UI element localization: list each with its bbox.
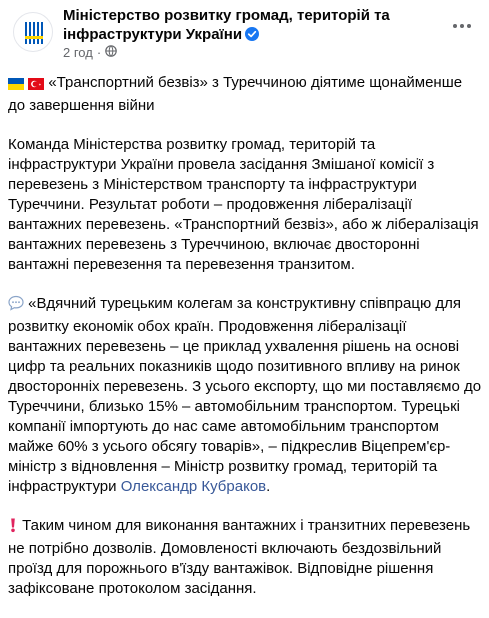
paragraph-3-text: Таким чином для виконання вантажних і тр… — [8, 517, 471, 597]
globe-icon[interactable] — [105, 45, 117, 61]
post-paragraph-3: Таким чином для виконання вантажних і тр… — [8, 516, 482, 599]
verified-badge-icon — [245, 27, 260, 46]
post-timestamp[interactable]: 2 год — [63, 45, 93, 61]
ukraine-flag-icon — [8, 76, 24, 96]
speech-bubble-icon — [8, 295, 24, 317]
turkey-flag-icon — [28, 76, 45, 96]
post-header: Міністерство розвитку громад, територій … — [0, 0, 489, 70]
page-name[interactable]: Міністерство розвитку громад, територій … — [63, 6, 393, 46]
person-link[interactable]: Олександр Кубраков — [121, 478, 266, 495]
ellipsis-icon — [453, 24, 471, 28]
post-meta: 2 год · — [63, 45, 117, 61]
post-paragraph-2: «Вдячний турецьким колегам за конструкти… — [8, 294, 482, 497]
facebook-post: Міністерство розвитку громад, територій … — [0, 0, 489, 597]
post-paragraph-1: Команда Міністерства розвитку громад, те… — [8, 136, 479, 273]
page-avatar[interactable] — [13, 12, 53, 52]
meta-separator: · — [96, 45, 102, 60]
more-options-button[interactable] — [444, 8, 480, 44]
exclamation-mark-icon — [8, 517, 18, 539]
page-name-text[interactable]: Міністерство розвитку громад, територій … — [63, 7, 390, 43]
headline-text: «Транспортний безвіз» з Туреччиною діяти… — [8, 74, 463, 114]
paragraph-2-end: . — [266, 478, 271, 495]
ministry-logo-icon — [25, 22, 43, 44]
post-body: «Транспортний безвіз» з Туреччиною діяти… — [8, 73, 482, 618]
post-headline: «Транспортний безвіз» з Туреччиною діяти… — [8, 73, 482, 116]
paragraph-2-text: «Вдячний турецьким колегам за конструкти… — [8, 295, 482, 495]
